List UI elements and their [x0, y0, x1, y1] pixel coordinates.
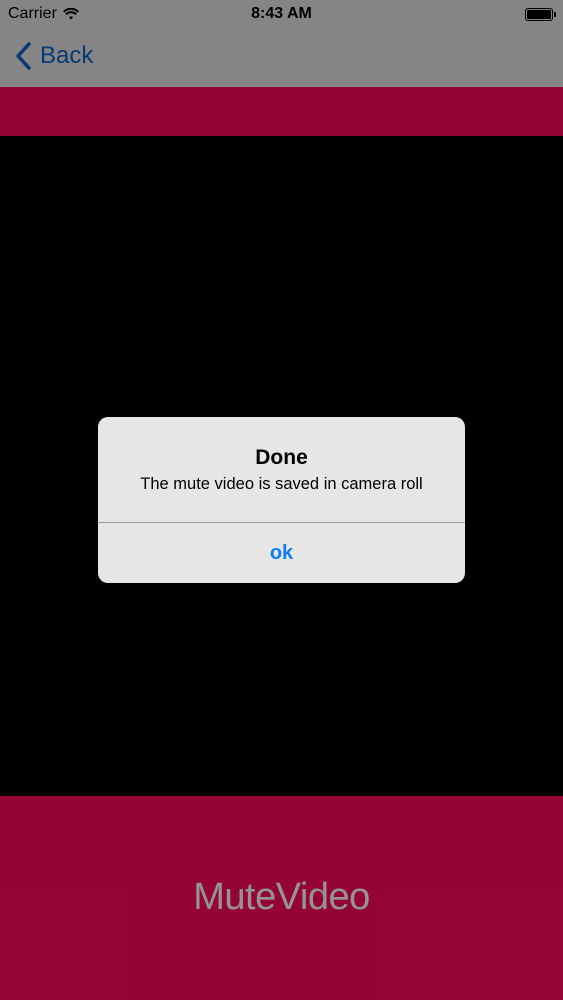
ok-button[interactable]: ok	[98, 523, 465, 583]
alert-title: Done	[255, 446, 308, 469]
screen: Carrier 8:43 AM Back MuteVideo Done The …	[0, 0, 563, 1000]
alert-dialog: Done The mute video is saved in camera r…	[98, 417, 465, 583]
alert-message: The mute video is saved in camera roll	[140, 475, 423, 493]
